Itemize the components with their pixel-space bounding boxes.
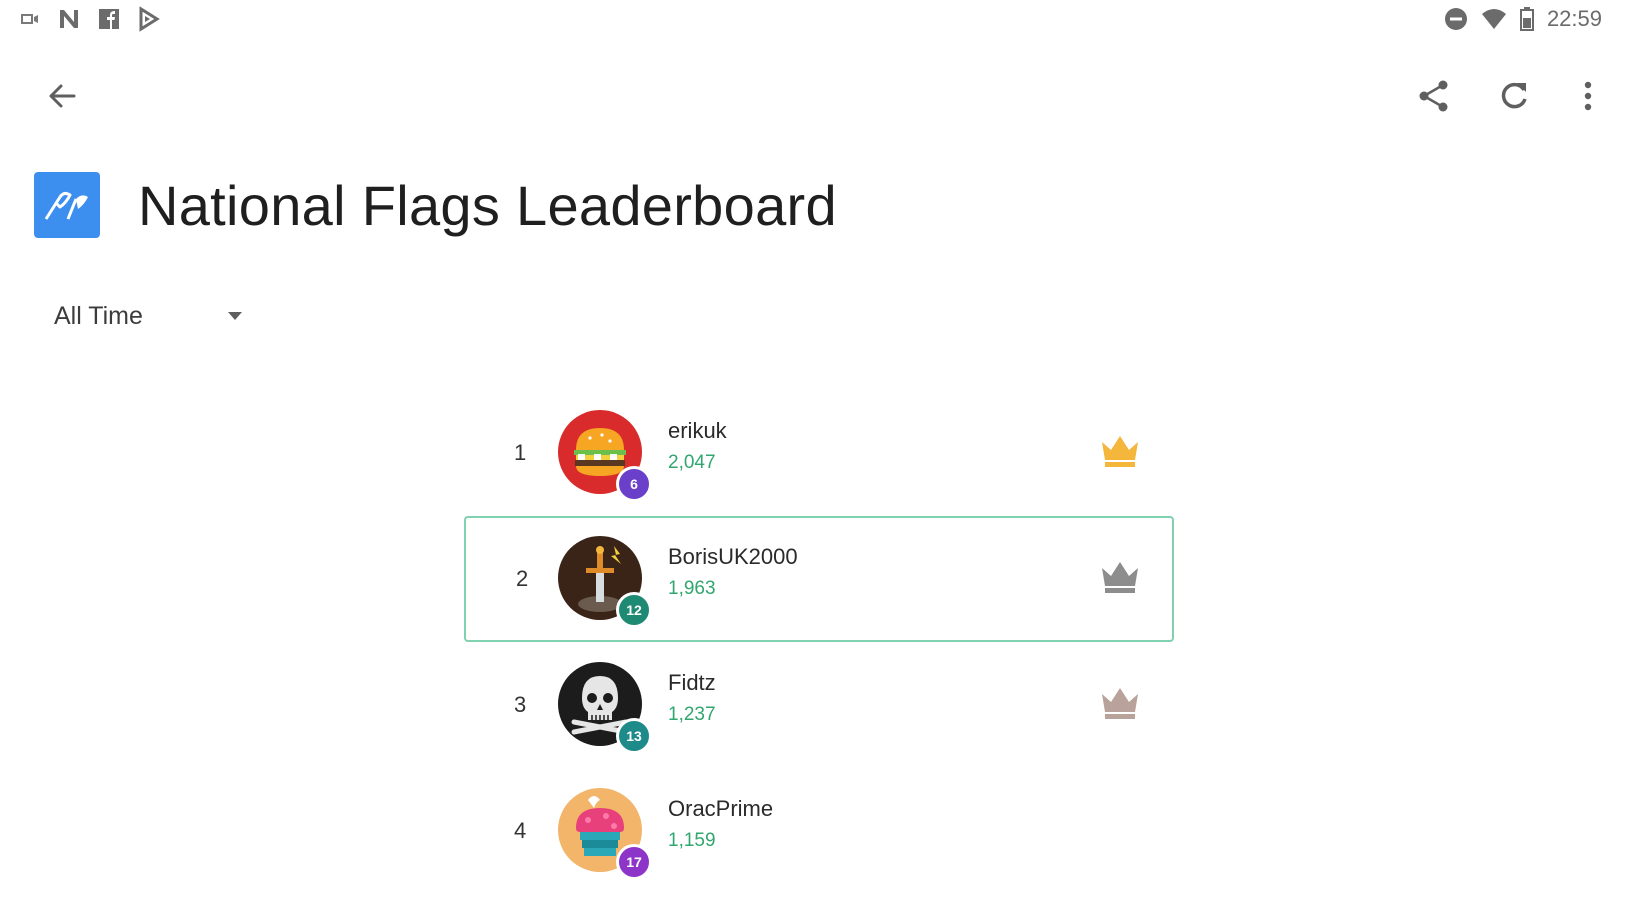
burger-avatar[interactable]: 6: [558, 410, 652, 502]
app-bar: [0, 56, 1628, 136]
more-vert-icon: [1584, 81, 1592, 111]
player-name[interactable]: Fidtz: [668, 670, 716, 696]
cupcake-avatar[interactable]: 17: [558, 788, 652, 880]
player-name[interactable]: BorisUK2000: [668, 544, 798, 570]
status-time: 22:59: [1546, 6, 1602, 31]
battery-icon: [1519, 6, 1535, 32]
rank-number: 3: [514, 692, 527, 717]
level-badge: 12: [616, 592, 652, 628]
wifi-icon: [1481, 6, 1507, 32]
leaderboard-row[interactable]: 4 17 OracPrime 1,159: [464, 768, 1174, 894]
bronze-crown-icon: [1102, 688, 1138, 719]
player-score: 1,963: [668, 578, 716, 599]
quiz-logo: [34, 172, 100, 238]
level-badge: 13: [616, 718, 652, 754]
page-header: National Flags Leaderboard: [34, 170, 837, 240]
refresh-icon: [1501, 82, 1527, 109]
leaderboard-row[interactable]: 3 13 Fidtz 1,237: [464, 642, 1174, 768]
time-filter-dropdown[interactable]: All Time: [54, 296, 254, 336]
gold-crown-icon: [1102, 436, 1138, 467]
page-title: National Flags Leaderboard: [138, 173, 837, 237]
player-score: 2,047: [668, 452, 716, 473]
more-options-button[interactable]: [1560, 68, 1616, 124]
n-app-icon: [56, 6, 82, 32]
notification-icons: [18, 6, 162, 32]
system-icons: 22:59: [1443, 6, 1602, 32]
share-button[interactable]: [1406, 68, 1462, 124]
level-badge: 6: [616, 466, 652, 502]
leaderboard-row-current-user[interactable]: 2 12 BorisUK2000 1,963: [464, 516, 1174, 642]
play-games-icon: [136, 6, 162, 32]
cast-icon: [18, 7, 42, 31]
flags-icon: [44, 191, 88, 220]
leaderboard-row[interactable]: 1 6 erikuk 2,047: [464, 390, 1174, 516]
sword-avatar[interactable]: 12: [558, 536, 652, 628]
rank-number: 1: [514, 440, 527, 465]
status-bar: 22:59: [0, 0, 1628, 44]
player-name[interactable]: OracPrime: [668, 796, 773, 822]
share-icon: [1419, 80, 1448, 112]
player-name[interactable]: erikuk: [668, 418, 727, 444]
leaderboard-list: 1 6 erikuk 2,047 2 12 BorisUK2000 1,963 …: [464, 390, 1174, 894]
player-score: 1,159: [668, 830, 716, 851]
rank-number: 4: [514, 818, 527, 843]
level-badge: 17: [616, 844, 652, 880]
player-score: 1,237: [668, 704, 716, 725]
back-button[interactable]: [34, 68, 90, 124]
silver-crown-icon: [1102, 562, 1138, 593]
back-arrow-icon: [49, 84, 76, 108]
skull-avatar[interactable]: 13: [558, 662, 652, 754]
refresh-button[interactable]: [1486, 68, 1542, 124]
facebook-icon: [96, 6, 122, 32]
time-filter-selected: All Time: [54, 301, 143, 330]
rank-number: 2: [516, 566, 529, 591]
dropdown-caret-icon: [228, 312, 242, 320]
do-not-disturb-icon: [1443, 6, 1469, 32]
